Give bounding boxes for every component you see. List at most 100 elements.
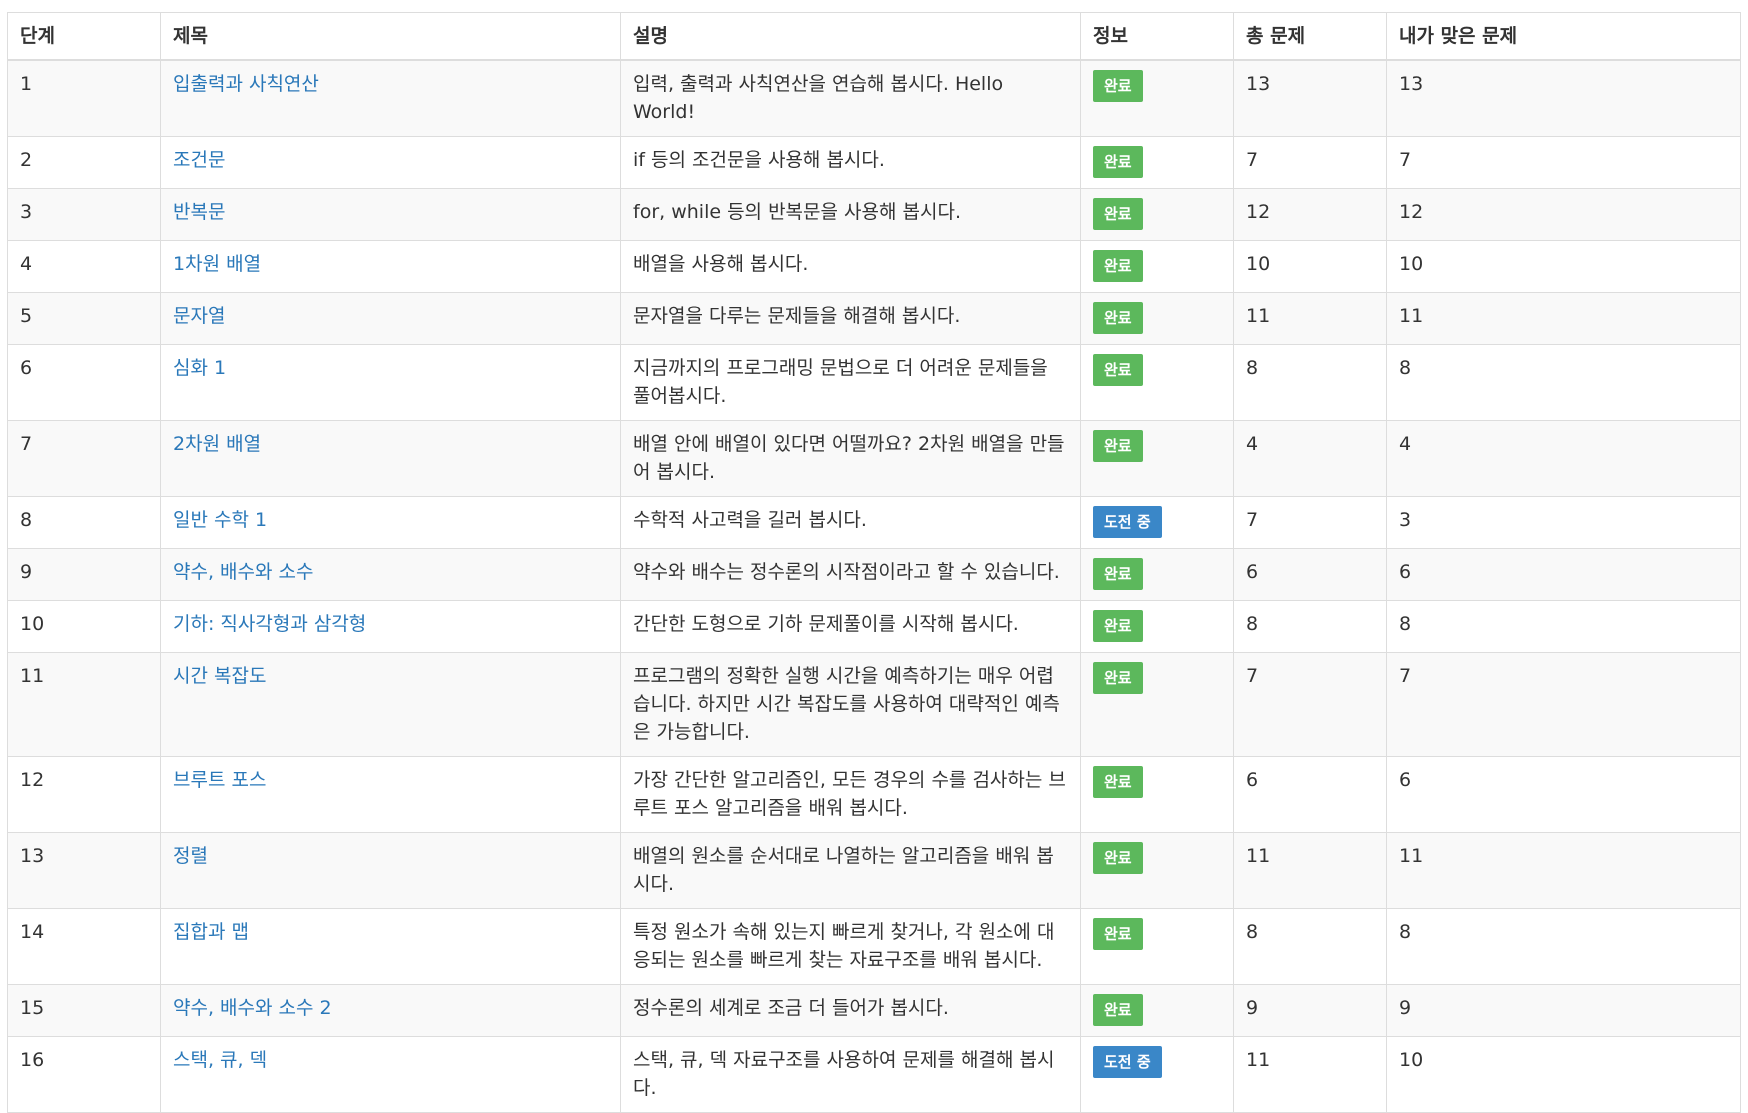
step-title-link[interactable]: 반복문	[173, 201, 225, 223]
header-solved-problems: 내가 맞은 문제	[1386, 12, 1741, 61]
step-title-link[interactable]: 1차원 배열	[173, 253, 261, 275]
step-title-link[interactable]: 심화 1	[173, 357, 226, 379]
solved-problems: 12	[1386, 188, 1741, 241]
step-title-link[interactable]: 약수, 배수와 소수 2	[173, 997, 332, 1019]
title-cell: 약수, 배수와 소수 2	[160, 984, 621, 1037]
step-number: 10	[7, 600, 161, 653]
table-header: 단계 제목 설명 정보 총 문제 내가 맞은 문제	[7, 12, 1741, 61]
status-badge: 완료	[1093, 302, 1143, 334]
table-body: 1 입출력과 사칙연산 입력, 출력과 사칙연산을 연습해 봅시다. Hello W…	[7, 59, 1741, 1113]
step-title-link[interactable]: 시간 복잡도	[173, 665, 266, 687]
status-badge: 완료	[1093, 430, 1143, 462]
solved-problems: 7	[1386, 136, 1741, 189]
header-total-problems: 총 문제	[1233, 12, 1387, 61]
step-title-link[interactable]: 일반 수학 1	[173, 509, 267, 531]
step-number: 2	[7, 136, 161, 189]
total-problems: 7	[1233, 136, 1387, 189]
table-row: 6 심화 1 지금까지의 프로그래밍 문법으로 더 어려운 문제들을 풀어봅시다. 완…	[7, 344, 1741, 421]
table-row: 10 기하: 직사각형과 삼각형 간단한 도형으로 기하 문제풀이를 시작해 봅시다…	[7, 600, 1741, 653]
table-row: 13 정렬 배열의 원소를 순서대로 나열하는 알고리즘을 배워 봅시다. 완료 11 1…	[7, 832, 1741, 909]
table-row: 15 약수, 배수와 소수 2 정수론의 세계로 조금 더 들어가 봅시다. 완료 9 9	[7, 984, 1741, 1037]
table-row: 11 시간 복잡도 프로그램의 정확한 실행 시간을 예측하기는 매우 어렵습니다.…	[7, 652, 1741, 757]
solved-problems: 11	[1386, 832, 1741, 909]
step-description: for, while 등의 반복문을 사용해 봅시다.	[620, 188, 1081, 241]
status-cell: 완료	[1080, 344, 1234, 421]
solved-problems: 3	[1386, 496, 1741, 549]
solved-problems: 4	[1386, 420, 1741, 497]
step-number: 3	[7, 188, 161, 241]
step-number: 1	[7, 59, 161, 137]
step-description: 지금까지의 프로그래밍 문법으로 더 어려운 문제들을 풀어봅시다.	[620, 344, 1081, 421]
step-description: 정수론의 세계로 조금 더 들어가 봅시다.	[620, 984, 1081, 1037]
step-description: 배열을 사용해 봅시다.	[620, 240, 1081, 293]
step-table-container: 단계 제목 설명 정보 총 문제 내가 맞은 문제 1 입출력과 사칙연산 입력, …	[7, 12, 1741, 1113]
step-title-link[interactable]: 2차원 배열	[173, 433, 261, 455]
solved-problems: 9	[1386, 984, 1741, 1037]
step-number: 7	[7, 420, 161, 497]
step-title-link[interactable]: 약수, 배수와 소수	[173, 561, 313, 583]
table-row: 12 브루트 포스 가장 간단한 알고리즘인, 모든 경우의 수를 검사하는 브루트…	[7, 756, 1741, 833]
status-badge: 완료	[1093, 146, 1143, 178]
status-cell: 완료	[1080, 292, 1234, 345]
header-info: 정보	[1080, 12, 1234, 61]
total-problems: 10	[1233, 240, 1387, 293]
step-title-link[interactable]: 기하: 직사각형과 삼각형	[173, 613, 366, 635]
title-cell: 문자열	[160, 292, 621, 345]
status-cell: 완료	[1080, 652, 1234, 757]
solved-problems: 6	[1386, 548, 1741, 601]
step-number: 5	[7, 292, 161, 345]
total-problems: 6	[1233, 548, 1387, 601]
table-row: 2 조건문 if 등의 조건문을 사용해 봅시다. 완료 7 7	[7, 136, 1741, 189]
title-cell: 조건문	[160, 136, 621, 189]
solved-problems: 7	[1386, 652, 1741, 757]
total-problems: 11	[1233, 292, 1387, 345]
solved-problems: 10	[1386, 240, 1741, 293]
step-description: 스택, 큐, 덱 자료구조를 사용하여 문제를 해결해 봅시다.	[620, 1036, 1081, 1113]
step-description: 수학적 사고력을 길러 봅시다.	[620, 496, 1081, 549]
step-title-link[interactable]: 스택, 큐, 덱	[173, 1049, 267, 1071]
status-badge: 완료	[1093, 198, 1143, 230]
total-problems: 7	[1233, 496, 1387, 549]
step-title-link[interactable]: 집합과 맵	[173, 921, 249, 943]
step-number: 6	[7, 344, 161, 421]
total-problems: 12	[1233, 188, 1387, 241]
table-row: 16 스택, 큐, 덱 스택, 큐, 덱 자료구조를 사용하여 문제를 해결해 봅시…	[7, 1036, 1741, 1113]
step-number: 4	[7, 240, 161, 293]
step-title-link[interactable]: 입출력과 사칙연산	[173, 73, 319, 95]
solved-problems: 10	[1386, 1036, 1741, 1113]
status-badge: 완료	[1093, 250, 1143, 282]
title-cell: 집합과 맵	[160, 908, 621, 985]
header-title: 제목	[160, 12, 621, 61]
step-title-link[interactable]: 브루트 포스	[173, 769, 266, 791]
status-cell: 완료	[1080, 136, 1234, 189]
step-title-link[interactable]: 정렬	[173, 845, 208, 867]
solved-problems: 8	[1386, 600, 1741, 653]
status-badge: 완료	[1093, 70, 1143, 102]
title-cell: 스택, 큐, 덱	[160, 1036, 621, 1113]
step-title-link[interactable]: 조건문	[173, 149, 225, 171]
solved-problems: 8	[1386, 908, 1741, 985]
title-cell: 일반 수학 1	[160, 496, 621, 549]
header-step: 단계	[7, 12, 161, 61]
total-problems: 11	[1233, 1036, 1387, 1113]
status-cell: 완료	[1080, 420, 1234, 497]
status-cell: 완료	[1080, 832, 1234, 909]
status-badge: 도전 중	[1093, 506, 1162, 538]
total-problems: 4	[1233, 420, 1387, 497]
status-cell: 완료	[1080, 59, 1234, 137]
status-badge: 완료	[1093, 354, 1143, 386]
step-table: 단계 제목 설명 정보 총 문제 내가 맞은 문제 1 입출력과 사칙연산 입력, …	[7, 12, 1741, 1113]
step-description: 특정 원소가 속해 있는지 빠르게 찾거나, 각 원소에 대응되는 원소를 빠르…	[620, 908, 1081, 985]
status-cell: 완료	[1080, 548, 1234, 601]
step-title-link[interactable]: 문자열	[173, 305, 225, 327]
title-cell: 브루트 포스	[160, 756, 621, 833]
header-description: 설명	[620, 12, 1081, 61]
title-cell: 시간 복잡도	[160, 652, 621, 757]
step-number: 11	[7, 652, 161, 757]
solved-problems: 11	[1386, 292, 1741, 345]
step-description: 약수와 배수는 정수론의 시작점이라고 할 수 있습니다.	[620, 548, 1081, 601]
solved-problems: 8	[1386, 344, 1741, 421]
title-cell: 입출력과 사칙연산	[160, 59, 621, 137]
status-badge: 완료	[1093, 766, 1143, 798]
total-problems: 8	[1233, 908, 1387, 985]
